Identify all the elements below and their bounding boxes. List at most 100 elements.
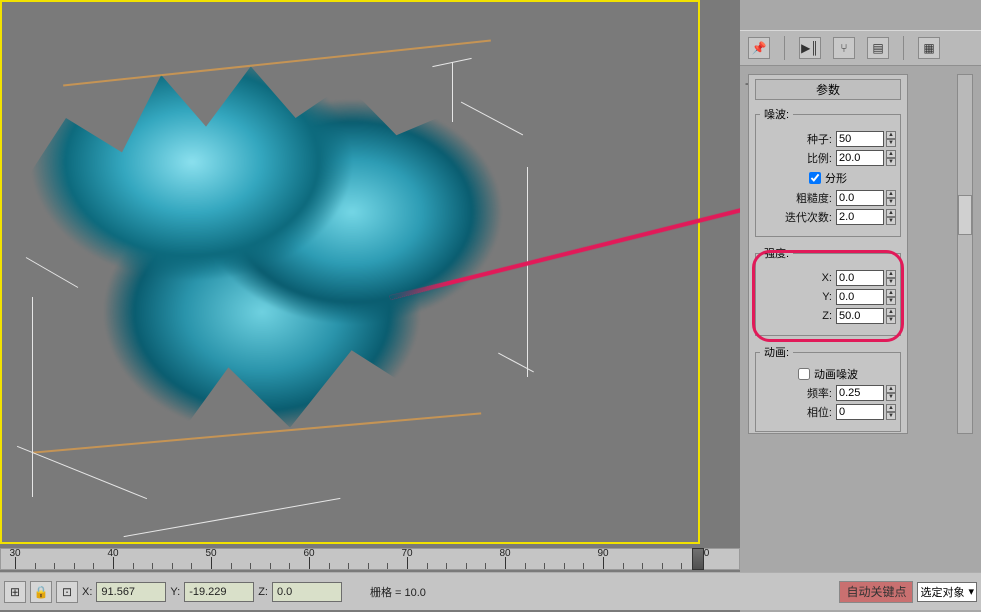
animation-group: 动画: 动画噪波 频率: ▲▼ 相位: ▲▼: [755, 344, 901, 432]
strength-y-input[interactable]: [836, 289, 884, 305]
snap-toggle-icon[interactable]: ⊞: [4, 581, 26, 603]
group-label: 噪波:: [760, 106, 793, 122]
ruler-subtick: [525, 563, 526, 569]
separator: [903, 36, 904, 60]
chevron-down-icon: ▾: [968, 585, 974, 598]
roughness-spinner[interactable]: ▲▼: [836, 190, 896, 206]
ruler-subtick: [564, 563, 565, 569]
ruler-tick-label: 70: [401, 548, 412, 559]
ruler-tick-label: 50: [205, 548, 216, 559]
scale-input[interactable]: [836, 150, 884, 166]
prefs-icon[interactable]: ▦: [918, 37, 940, 59]
absolute-mode-icon[interactable]: ⊡: [56, 581, 78, 603]
ruler-subtick: [427, 563, 428, 569]
strength-z-row: Z: ▲▼: [760, 308, 896, 324]
scrollbar-thumb[interactable]: [958, 195, 972, 235]
frequency-input[interactable]: [836, 385, 884, 401]
auto-key-button[interactable]: 自动关键点: [839, 581, 913, 603]
coord-x-field[interactable]: 91.567: [96, 582, 166, 602]
scale-label: 比例:: [807, 150, 832, 166]
strength-group: 强度: X: ▲▼ Y: ▲▼ Z: ▲▼: [755, 245, 901, 336]
fractal-checkbox[interactable]: [809, 172, 821, 184]
spinner-up-icon[interactable]: ▲: [886, 404, 896, 412]
strength-x-spinner[interactable]: ▲▼: [836, 270, 896, 286]
scale-spinner[interactable]: ▲▼: [836, 150, 896, 166]
bbox-edge: [124, 498, 341, 537]
coord-y-field[interactable]: -19.229: [184, 582, 254, 602]
spinner-up-icon[interactable]: ▲: [886, 385, 896, 393]
strength-z-label: Z:: [822, 310, 832, 322]
spinner-down-icon[interactable]: ▼: [886, 139, 896, 147]
strength-z-spinner[interactable]: ▲▼: [836, 308, 896, 324]
noise-group: 噪波: 种子: ▲▼ 比例: ▲▼ 分形 粗糙度:: [755, 106, 901, 237]
spinner-down-icon[interactable]: ▼: [886, 316, 896, 324]
lock-icon[interactable]: 🔒: [30, 581, 52, 603]
ruler-subtick: [485, 563, 486, 569]
spinner-up-icon[interactable]: ▲: [886, 270, 896, 278]
ruler-subtick: [172, 563, 173, 569]
play-pause-icon[interactable]: ▶║: [799, 37, 821, 59]
rollout-title[interactable]: 参数: [755, 79, 901, 100]
ruler-subtick: [250, 563, 251, 569]
spinner-down-icon[interactable]: ▼: [886, 217, 896, 225]
spinner-down-icon[interactable]: ▼: [886, 198, 896, 206]
ruler-subtick: [191, 563, 192, 569]
pin-icon[interactable]: 📌: [748, 37, 770, 59]
strength-x-input[interactable]: [836, 270, 884, 286]
ruler-tick-label: 90: [597, 548, 608, 559]
seed-input[interactable]: [836, 131, 884, 147]
separator: [784, 36, 785, 60]
iterations-label: 迭代次数:: [785, 209, 832, 225]
ruler-subtick: [289, 563, 290, 569]
spinner-down-icon[interactable]: ▼: [886, 393, 896, 401]
spinner-up-icon[interactable]: ▲: [886, 209, 896, 217]
spinner-down-icon[interactable]: ▼: [886, 158, 896, 166]
grid-label: 栅格 = 10.0: [370, 584, 426, 600]
ruler-subtick: [348, 563, 349, 569]
fractal-label: 分形: [825, 170, 847, 186]
ruler-subtick: [583, 563, 584, 569]
spinner-up-icon[interactable]: ▲: [886, 150, 896, 158]
ruler-subtick: [466, 563, 467, 569]
seed-row: 种子: ▲▼: [760, 131, 896, 147]
spinner-down-icon[interactable]: ▼: [886, 412, 896, 420]
iterations-input[interactable]: [836, 209, 884, 225]
iterations-spinner[interactable]: ▲▼: [836, 209, 896, 225]
fork-icon[interactable]: ⑂: [833, 37, 855, 59]
coord-y-label: Y:: [170, 586, 180, 598]
timeline-ruler[interactable]: 30405060708090100: [0, 548, 740, 570]
coord-z-label: Z:: [258, 586, 268, 598]
ruler-subtick: [231, 563, 232, 569]
spinner-down-icon[interactable]: ▼: [886, 278, 896, 286]
ruler-subtick: [446, 563, 447, 569]
noise-terrain-mesh[interactable]: [0, 32, 542, 462]
anim-noise-checkbox-row[interactable]: 动画噪波: [760, 366, 896, 382]
time-slider-thumb[interactable]: [692, 548, 704, 570]
spinner-up-icon[interactable]: ▲: [886, 308, 896, 316]
viewport-area[interactable]: 30405060708090100: [0, 0, 740, 612]
bbox-edge: [32, 297, 33, 497]
seed-spinner[interactable]: ▲▼: [836, 131, 896, 147]
phase-input[interactable]: [836, 404, 884, 420]
spinner-up-icon[interactable]: ▲: [886, 131, 896, 139]
layers-icon[interactable]: ▤: [867, 37, 889, 59]
iterations-row: 迭代次数: ▲▼: [760, 209, 896, 225]
anim-noise-checkbox[interactable]: [798, 368, 810, 380]
seed-label: 种子:: [807, 131, 832, 147]
phase-spinner[interactable]: ▲▼: [836, 404, 896, 420]
spinner-up-icon[interactable]: ▲: [886, 289, 896, 297]
fractal-checkbox-row[interactable]: 分形: [760, 170, 896, 186]
strength-z-input[interactable]: [836, 308, 884, 324]
coord-z-field[interactable]: 0.0: [272, 582, 342, 602]
active-viewport[interactable]: [0, 0, 700, 544]
roughness-input[interactable]: [836, 190, 884, 206]
panel-scrollbar[interactable]: [957, 74, 973, 434]
spinner-up-icon[interactable]: ▲: [886, 190, 896, 198]
ruler-tick-label: 60: [303, 548, 314, 559]
strength-y-spinner[interactable]: ▲▼: [836, 289, 896, 305]
phase-label: 相位:: [807, 404, 832, 420]
wireframe-edge: [33, 412, 481, 453]
key-filter-dropdown[interactable]: 选定对象 ▾: [917, 582, 977, 602]
spinner-down-icon[interactable]: ▼: [886, 297, 896, 305]
frequency-spinner[interactable]: ▲▼: [836, 385, 896, 401]
